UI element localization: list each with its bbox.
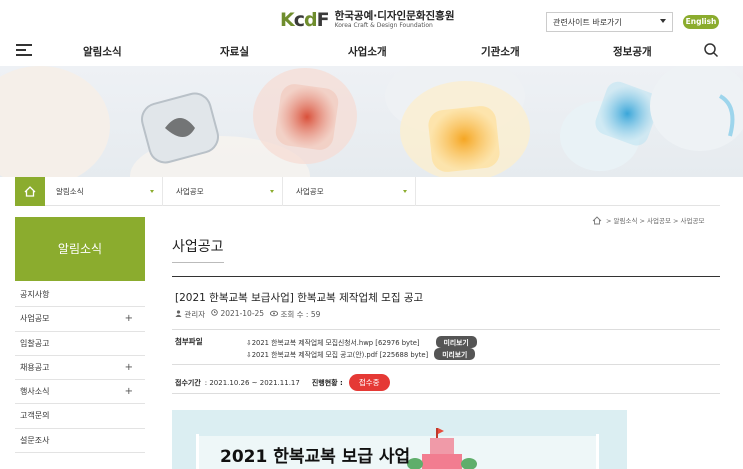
breadcrumb-path: > 알림소식 > 사업공모 > 사업공모: [606, 217, 705, 225]
post-meta: 관리자 2021-10-25 조회 수 : 59: [175, 309, 320, 320]
sidebar-item[interactable]: 공지사항: [15, 283, 145, 308]
divider: [172, 393, 720, 394]
post-date: 2021-10-25: [211, 309, 264, 320]
plus-icon[interactable]: +: [125, 307, 133, 331]
subnav-level3[interactable]: 사업공모: [288, 177, 416, 206]
file-name: 2021 한복교복 제작업체 모집신청서.hwp: [251, 339, 374, 347]
plus-icon[interactable]: +: [125, 356, 133, 380]
attachment-file: ⇩2021 한복교복 제작업체 모집신청서.hwp [62976 byte] 미…: [246, 336, 477, 348]
hero-banner: [0, 66, 743, 177]
chevron-down-icon: [403, 190, 407, 193]
post-date-value: 2021-10-25: [220, 309, 265, 318]
subnav-level2-label: 사업공모: [176, 187, 204, 196]
preview-button[interactable]: 미리보기: [435, 336, 477, 348]
global-nav: 알림소식 자료실 사업소개 기관소개 정보공개: [0, 36, 743, 66]
sidebar-item[interactable]: 채용공고 +: [15, 356, 145, 381]
subnav-level1-label: 알림소식: [56, 187, 84, 196]
plus-icon[interactable]: +: [125, 380, 133, 404]
eye-icon: [270, 310, 279, 317]
page-title: 사업공고: [172, 236, 224, 263]
related-sites-select[interactable]: 관련사이트 바로가기: [546, 12, 673, 32]
search-icon[interactable]: [703, 42, 719, 58]
hamburger-menu-icon[interactable]: [16, 44, 32, 56]
subnav-level1[interactable]: 알림소식: [48, 177, 163, 206]
subnav-level3-label: 사업공모: [296, 187, 324, 196]
sidebar-item-label: 설문조사: [20, 435, 50, 445]
view-count: 조회 수 : 59: [270, 309, 320, 320]
chevron-down-icon: [150, 190, 154, 193]
sidebar-item[interactable]: 행사소식 +: [15, 380, 145, 405]
chevron-down-icon: [660, 19, 666, 23]
sidebar-item[interactable]: 설문조사: [15, 429, 145, 454]
user-icon: [175, 310, 182, 317]
chevron-down-icon: [270, 190, 274, 193]
sidebar-item[interactable]: 사업공모 +: [15, 307, 145, 332]
sidebar-item-label: 채용공고: [20, 362, 50, 372]
sidebar-title: 알림소식: [15, 217, 145, 281]
logo-text-en: Korea Craft & Design Foundation: [334, 22, 433, 29]
clock-icon: [211, 309, 218, 316]
home-button[interactable]: [15, 177, 45, 206]
author: 관리자: [175, 309, 205, 320]
sidebar-item-label: 입찰공고: [20, 338, 50, 348]
logo-mark: KcdF: [280, 9, 330, 31]
breadcrumb: > 알림소식 > 사업공모 > 사업공모: [592, 215, 704, 225]
attachments-label: 첨부파일: [175, 337, 203, 346]
sidebar-item-label: 행사소식: [20, 387, 50, 397]
preview-button[interactable]: 미리보기: [434, 348, 476, 360]
logo-text-ko: 한국공예·디자인문화진흥원: [334, 10, 455, 22]
gnb-item-business[interactable]: 사업소개: [348, 44, 387, 59]
sub-navigation: 알림소식 사업공모 사업공모: [15, 177, 720, 206]
sidebar-item-label: 사업공모: [20, 314, 50, 324]
period-label: 접수기간: [175, 378, 201, 387]
author-name: 관리자: [184, 310, 206, 319]
top-header: KcdF 한국공예·디자인문화진흥원 Korea Craft & Design …: [0, 0, 743, 36]
sidebar-menu: 공지사항 사업공모 + 입찰공고 채용공고 + 행사소식 + 고객문의 설문조사: [15, 283, 145, 454]
post-title: [2021 한복교복 보급사업] 한복교복 제작업체 모집 공고: [175, 292, 424, 304]
english-button[interactable]: English: [683, 15, 719, 29]
attachment-file: ⇩2021 한복교복 제작업체 모집 공고(안).pdf [225688 byt…: [246, 348, 476, 360]
sidebar-item[interactable]: 고객문의: [15, 404, 145, 429]
divider: [172, 364, 720, 365]
file-size: [225688 byte]: [379, 351, 429, 359]
status-badge: 접수중: [348, 374, 390, 391]
progress-label: 진행현황 :: [311, 378, 343, 387]
file-link[interactable]: ⇩2021 한복교복 제작업체 모집 공고(안).pdf [225688 byt…: [246, 349, 428, 359]
related-sites-label: 관련사이트 바로가기: [553, 18, 622, 27]
home-icon[interactable]: [592, 215, 602, 225]
period-value: : 2021.10.26 ~ 2021.11.17: [204, 378, 300, 387]
divider: [172, 329, 720, 330]
gnb-item-notice[interactable]: 알림소식: [83, 44, 122, 59]
view-count-value: 조회 수 : 59: [280, 310, 321, 319]
poster-title: 2021 한복교복 보급 사업: [220, 447, 411, 467]
home-icon: [24, 186, 36, 197]
file-size: [62976 byte]: [375, 339, 420, 347]
sidebar-item[interactable]: 입찰공고: [15, 332, 145, 356]
banner-image: [0, 66, 743, 177]
gnb-item-archive[interactable]: 자료실: [220, 44, 249, 59]
gnb-item-disclosure[interactable]: 정보공개: [613, 44, 652, 59]
divider: [172, 276, 720, 277]
subnav-level2[interactable]: 사업공모: [168, 177, 283, 206]
site-logo[interactable]: KcdF 한국공예·디자인문화진흥원 Korea Craft & Design …: [280, 9, 455, 31]
file-name: 2021 한복교복 제작업체 모집 공고(안).pdf: [251, 351, 378, 359]
gnb-item-about[interactable]: 기관소개: [481, 44, 520, 59]
sidebar-item-label: 고객문의: [20, 411, 50, 421]
application-period: 접수기간 : 2021.10.26 ~ 2021.11.17 진행현황 : 접수…: [175, 374, 390, 391]
sidebar-item-label: 공지사항: [20, 290, 50, 299]
file-link[interactable]: ⇩2021 한복교복 제작업체 모집신청서.hwp [62976 byte]: [246, 337, 420, 347]
